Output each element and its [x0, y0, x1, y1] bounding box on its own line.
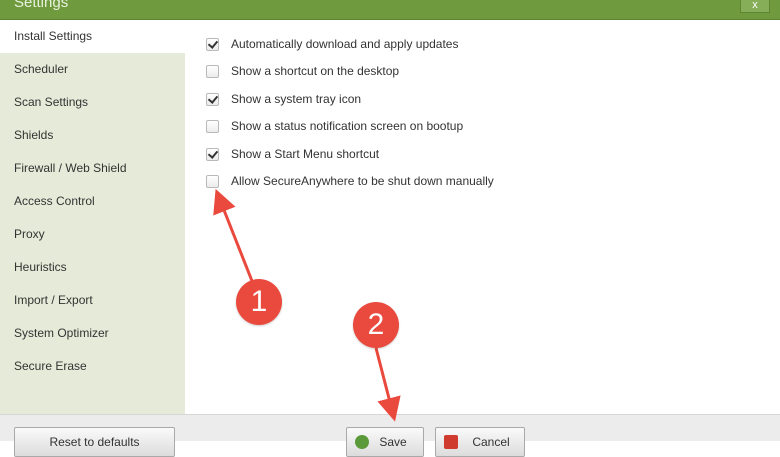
- sidebar-item-install-settings[interactable]: Install Settings: [0, 20, 185, 53]
- sidebar-item-proxy[interactable]: Proxy: [0, 218, 185, 251]
- sidebar-item-system-optimizer[interactable]: System Optimizer: [0, 317, 185, 350]
- sidebar-item-secure-erase[interactable]: Secure Erase: [0, 350, 185, 383]
- option-allow-shutdown[interactable]: Allow SecureAnywhere to be shut down man…: [206, 171, 494, 191]
- auto-update-checkbox[interactable]: [206, 37, 219, 51]
- sidebar-item-firewall-web-shield[interactable]: Firewall / Web Shield: [0, 152, 185, 185]
- sidebar-item-access-control[interactable]: Access Control: [0, 185, 185, 218]
- close-button[interactable]: x: [740, 0, 770, 13]
- cancel-button[interactable]: Cancel: [435, 427, 525, 457]
- tray-icon-checkbox[interactable]: [206, 92, 219, 106]
- close-icon: [444, 435, 458, 449]
- allow-shutdown-label: Allow SecureAnywhere to be shut down man…: [231, 174, 494, 188]
- check-icon: [355, 435, 369, 449]
- boot-notification-checkbox[interactable]: [206, 119, 219, 133]
- start-menu-label: Show a Start Menu shortcut: [231, 147, 380, 161]
- sidebar-item-import-export[interactable]: Import / Export: [0, 284, 185, 317]
- settings-panel: Automatically download and apply updates…: [186, 20, 780, 414]
- footer-bar: Reset to defaults Save Cancel: [0, 414, 780, 457]
- boot-notification-label: Show a status notification screen on boo…: [231, 119, 464, 133]
- auto-update-label: Automatically download and apply updates: [231, 37, 459, 51]
- annotation-marker-2: 2: [353, 302, 399, 348]
- desktop-shortcut-checkbox[interactable]: [206, 64, 219, 78]
- sidebar-item-scheduler[interactable]: Scheduler: [0, 53, 185, 86]
- option-start-menu[interactable]: Show a Start Menu shortcut: [206, 144, 379, 164]
- sidebar: Install Settings Scheduler Scan Settings…: [0, 20, 185, 414]
- save-button[interactable]: Save: [346, 427, 424, 457]
- sidebar-item-heuristics[interactable]: Heuristics: [0, 251, 185, 284]
- sidebar-item-shields[interactable]: Shields: [0, 119, 185, 152]
- reset-to-defaults-button[interactable]: Reset to defaults: [14, 427, 175, 457]
- desktop-shortcut-label: Show a shortcut on the desktop: [231, 64, 400, 78]
- window-title: Settings: [14, 0, 69, 11]
- annotation-marker-1: 1: [236, 279, 282, 325]
- tray-icon-label: Show a system tray icon: [231, 92, 362, 106]
- sidebar-item-scan-settings[interactable]: Scan Settings: [0, 86, 185, 119]
- option-boot-notification[interactable]: Show a status notification screen on boo…: [206, 116, 463, 136]
- allow-shutdown-checkbox[interactable]: [206, 174, 219, 188]
- start-menu-checkbox[interactable]: [206, 147, 219, 161]
- title-bar: Settings x: [0, 0, 780, 20]
- save-label: Save: [379, 435, 407, 449]
- option-desktop-shortcut[interactable]: Show a shortcut on the desktop: [206, 61, 399, 81]
- cancel-label: Cancel: [472, 435, 510, 449]
- option-auto-update[interactable]: Automatically download and apply updates: [206, 34, 458, 54]
- option-tray-icon[interactable]: Show a system tray icon: [206, 89, 361, 109]
